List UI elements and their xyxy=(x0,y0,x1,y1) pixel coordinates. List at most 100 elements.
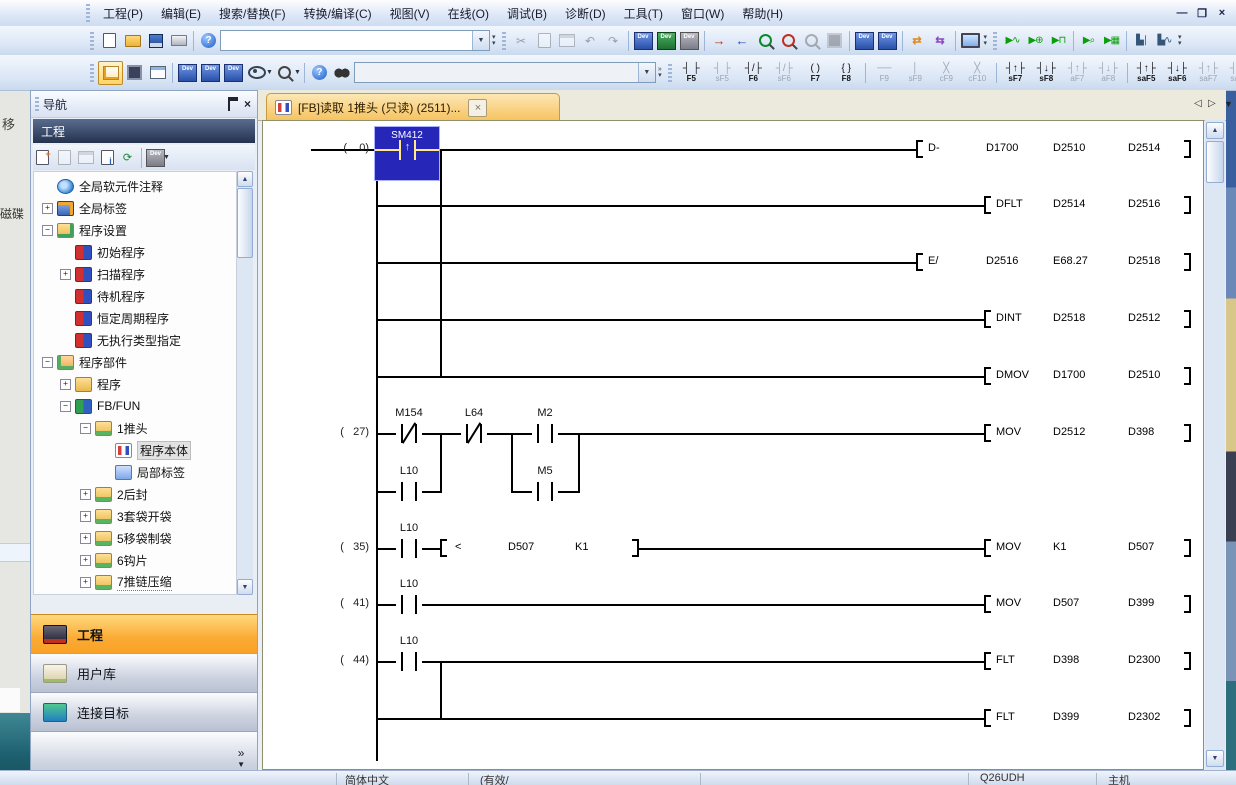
window-minimize-button[interactable]: — xyxy=(1172,5,1192,21)
ladder-close-branch-button[interactable]: ┤/├sF6 xyxy=(769,59,800,87)
toolbar-grip[interactable] xyxy=(90,64,94,82)
panel-close-icon[interactable]: × xyxy=(244,97,251,111)
help-icon[interactable] xyxy=(197,30,220,52)
ladder-rising-pulse-branch-button[interactable]: ┤↑├aF7 xyxy=(1062,59,1093,87)
tree-item-standby-program[interactable]: 待机程序 xyxy=(34,285,236,307)
entry-monitor-icon[interactable]: ▶⊓ xyxy=(1047,30,1070,52)
instruction-operand[interactable]: D2516 xyxy=(986,255,1018,267)
ladder-open-branch-button[interactable]: ┤ ├sF5 xyxy=(707,59,738,87)
paste-icon[interactable] xyxy=(75,147,96,169)
tab-scroll-left-icon[interactable]: ◁ xyxy=(1194,98,1202,109)
combo-dropdown-icon[interactable]: ▼ xyxy=(472,31,489,50)
device-display-dropdown-icon[interactable]: ▼ xyxy=(266,69,273,76)
ladder-pulse-close-branch-button[interactable]: ┤↓├saF8 xyxy=(1224,59,1236,87)
find-icon[interactable] xyxy=(331,62,354,84)
expander-icon[interactable]: + xyxy=(80,555,91,566)
property-icon[interactable]: i xyxy=(96,147,117,169)
tree-item-fb-6[interactable]: +6钩片 xyxy=(34,549,236,571)
device-display-icon[interactable] xyxy=(245,62,268,84)
instruction-operand[interactable]: D2514 xyxy=(1053,198,1085,210)
toolbar-overflow-icon[interactable]: »▾ xyxy=(658,67,662,79)
copy-icon[interactable] xyxy=(54,147,75,169)
toolbar-grip[interactable] xyxy=(668,64,672,82)
instruction-mnemonic[interactable]: FLT xyxy=(996,654,1015,666)
tab-close-icon[interactable]: × xyxy=(468,99,487,117)
nav-button-connection-destination[interactable]: 连接目标 xyxy=(31,692,257,731)
tree-item-fb-2[interactable]: +2后封 xyxy=(34,483,236,505)
expander-icon[interactable]: − xyxy=(42,357,53,368)
toolbar-overflow-icon[interactable]: ▾▾ xyxy=(1178,35,1182,47)
ladder-pulse-open-button[interactable]: ┤↑├saF5 xyxy=(1131,59,1162,87)
instruction-operand[interactable]: D1700 xyxy=(986,142,1018,154)
expander-icon[interactable]: + xyxy=(42,203,53,214)
compare-operand[interactable]: K1 xyxy=(575,541,588,553)
tree-item-initial-program[interactable]: 初始程序 xyxy=(34,241,236,263)
menu-online[interactable]: 在线(O) xyxy=(439,1,498,26)
comment-read-icon[interactable]: ⇆ xyxy=(929,30,952,52)
nc-contact[interactable] xyxy=(396,424,422,443)
expander-icon[interactable]: − xyxy=(42,225,53,236)
expander-icon[interactable]: + xyxy=(80,489,91,500)
menu-find-replace[interactable]: 搜索/替换(F) xyxy=(210,1,295,26)
trace-setting-icon[interactable]: ▙∿ xyxy=(1153,30,1176,52)
expander-icon[interactable]: + xyxy=(80,577,91,588)
expander-icon[interactable]: + xyxy=(60,379,71,390)
tree-item-no-execution-type[interactable]: 无执行类型指定 xyxy=(34,329,236,351)
device-list-icon[interactable] xyxy=(199,62,222,84)
open-project-icon[interactable] xyxy=(121,30,144,52)
instruction-operand[interactable]: D2300 xyxy=(1128,654,1160,666)
menu-help[interactable]: 帮助(H) xyxy=(733,1,792,26)
device-batch-icon[interactable] xyxy=(853,30,876,52)
instruction-operand[interactable]: K1 xyxy=(1053,541,1066,553)
instruction-operand[interactable]: D1700 xyxy=(1053,369,1085,381)
no-contact[interactable] xyxy=(532,482,558,501)
toolbar-grip[interactable] xyxy=(502,32,506,50)
menu-tools[interactable]: 工具(T) xyxy=(615,1,672,26)
instruction-operand[interactable]: D2518 xyxy=(1128,255,1160,267)
project-combo[interactable]: ▼ xyxy=(220,30,490,51)
ladder-falling-pulse-button[interactable]: ┤↓├sF8 xyxy=(1031,59,1062,87)
menu-diagnostics[interactable]: 诊断(D) xyxy=(556,1,615,26)
compare-operand[interactable]: D507 xyxy=(508,541,534,553)
instruction-operand[interactable]: D399 xyxy=(1053,711,1079,723)
menu-edit[interactable]: 编辑(E) xyxy=(152,1,210,26)
print-icon[interactable] xyxy=(167,30,190,52)
remote-icon[interactable] xyxy=(823,30,846,52)
find-device-dropdown-icon[interactable]: ▼ xyxy=(294,69,301,76)
no-contact[interactable] xyxy=(396,539,422,558)
instruction-operand[interactable]: D398 xyxy=(1053,654,1079,666)
ladder-monitor-write-icon[interactable]: ▶⊕ xyxy=(1024,30,1047,52)
tree-item-program-setting[interactable]: −程序设置 xyxy=(34,219,236,241)
device-replace-icon[interactable] xyxy=(222,62,245,84)
scroll-up-icon[interactable]: ▲ xyxy=(1206,122,1224,139)
toolbar-overflow-icon[interactable]: ▾▾ xyxy=(492,35,496,47)
window-close-button[interactable]: × xyxy=(1212,5,1232,21)
tab-scroll-right-icon[interactable]: ▷ xyxy=(1208,98,1216,109)
expander-icon[interactable]: − xyxy=(60,401,71,412)
editor-scrollbar[interactable]: ▲ ▼ xyxy=(1205,120,1225,770)
compare-operator[interactable]: < xyxy=(455,541,461,553)
ladder-vline-button[interactable]: │sF9 xyxy=(900,59,931,87)
device-write-icon[interactable] xyxy=(632,30,655,52)
instruction-mnemonic[interactable]: MOV xyxy=(996,426,1021,438)
ladder-coil-button[interactable]: ( )F7 xyxy=(800,59,831,87)
instruction-operand[interactable]: D2512 xyxy=(1053,426,1085,438)
copy-icon[interactable] xyxy=(533,30,556,52)
combo-dropdown-icon[interactable]: ▼ xyxy=(638,63,655,82)
new-data-icon[interactable]: + xyxy=(33,147,54,169)
tree-item-global-device-comment[interactable]: 全局软元件注释 xyxy=(34,175,236,197)
toolbar-grip[interactable] xyxy=(90,32,94,50)
tree-item-scan-program[interactable]: +扫描程序 xyxy=(34,263,236,285)
instruction-mnemonic[interactable]: E/ xyxy=(928,255,938,267)
no-contact[interactable] xyxy=(396,595,422,614)
find-device-icon[interactable] xyxy=(273,62,296,84)
tree-item-fixed-scan-program[interactable]: 恒定周期程序 xyxy=(34,307,236,329)
tree-item-program-body[interactable]: 程序本体 xyxy=(34,439,236,461)
expander-icon[interactable]: + xyxy=(60,269,71,280)
window-restore-button[interactable]: ❐ xyxy=(1192,5,1212,21)
instruction-operand[interactable]: D2514 xyxy=(1128,142,1160,154)
watch-stop-icon[interactable]: ▶▦ xyxy=(1100,30,1123,52)
pin-icon[interactable] xyxy=(228,97,238,111)
tree-item-fb-7[interactable]: +7推链压缩 xyxy=(34,571,236,593)
navigation-toggle-icon[interactable] xyxy=(98,61,123,85)
